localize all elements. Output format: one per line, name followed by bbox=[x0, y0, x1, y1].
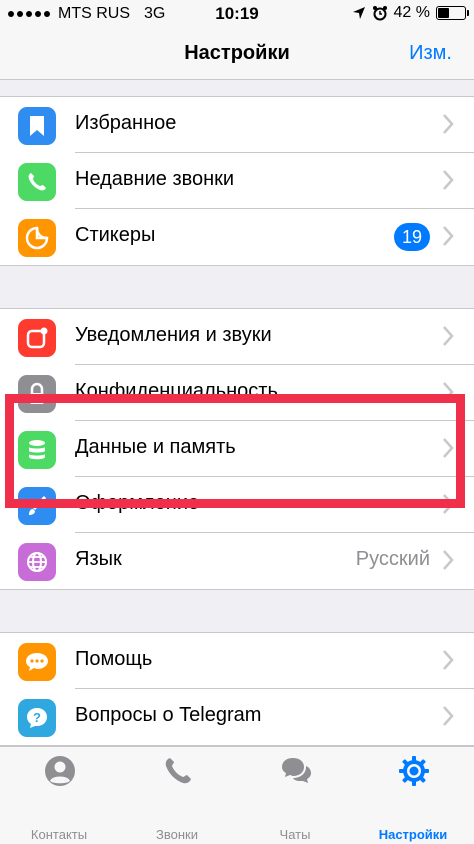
tab-label: Настройки bbox=[378, 827, 448, 842]
settings-item-privacy[interactable]: Конфиденциальность bbox=[0, 365, 474, 421]
settings-item-label: Вопросы о Telegram bbox=[75, 704, 262, 726]
tab-contacts[interactable]: Контакты bbox=[0, 747, 118, 844]
chevron-right-icon bbox=[443, 114, 454, 134]
settings-item-favorites[interactable]: Избранное bbox=[0, 97, 474, 153]
stickers-count-badge: 19 bbox=[393, 223, 430, 251]
chevron-right-icon bbox=[443, 170, 454, 190]
chevron-right-icon bbox=[443, 382, 454, 402]
tab-label: Звонки bbox=[156, 827, 198, 842]
settings-item-label: Оформление bbox=[75, 492, 200, 514]
navigation-bar: Настройки Изм. bbox=[0, 28, 474, 80]
status-right: 42 % bbox=[352, 4, 469, 22]
battery-fill bbox=[438, 8, 449, 18]
gear-icon bbox=[399, 756, 429, 786]
settings-item-help[interactable]: Помощь bbox=[0, 633, 474, 689]
chevron-right-icon bbox=[443, 326, 454, 346]
tab-chats[interactable]: Чаты bbox=[236, 747, 354, 844]
settings-item-label: Помощь bbox=[75, 648, 153, 670]
question-icon: ? bbox=[18, 699, 56, 737]
phone-icon bbox=[18, 163, 56, 201]
settings-item-label: Конфиденциальность bbox=[75, 380, 278, 402]
settings-item-notifications[interactable]: Уведомления и звуки bbox=[0, 309, 474, 365]
edit-button[interactable]: Изм. bbox=[409, 42, 452, 65]
battery-percent: 42 % bbox=[393, 4, 430, 21]
svg-text:?: ? bbox=[33, 710, 41, 725]
settings-item-appearance[interactable]: Оформление bbox=[0, 477, 474, 533]
settings-item-language[interactable]: Язык Русский bbox=[0, 533, 474, 589]
page-title: Настройки bbox=[184, 42, 290, 64]
database-icon bbox=[18, 431, 56, 469]
chevron-right-icon bbox=[443, 494, 454, 514]
settings-item-recent-calls[interactable]: Недавние звонки bbox=[0, 153, 474, 209]
chevron-right-icon bbox=[443, 650, 454, 670]
chevron-right-icon bbox=[443, 706, 454, 726]
settings-item-label: Язык bbox=[75, 548, 122, 570]
lock-icon bbox=[18, 375, 56, 413]
chevron-right-icon bbox=[443, 438, 454, 458]
language-value: Русский bbox=[355, 548, 430, 570]
settings-group-3: Помощь ? Вопросы о Telegram bbox=[0, 632, 474, 746]
alarm-clock-icon bbox=[372, 6, 387, 21]
chats-icon bbox=[282, 758, 311, 783]
notification-icon bbox=[18, 319, 56, 357]
chevron-right-icon bbox=[443, 226, 454, 246]
bookmark-icon bbox=[18, 107, 56, 145]
tab-settings[interactable]: Настройки bbox=[354, 747, 472, 844]
settings-item-label: Уведомления и звуки bbox=[75, 324, 272, 346]
status-bar: MTS RUS 3G 10:19 42 % bbox=[0, 0, 474, 28]
tab-calls[interactable]: Звонки bbox=[118, 747, 236, 844]
chevron-right-icon bbox=[443, 550, 454, 570]
settings-item-label: Избранное bbox=[75, 112, 177, 134]
settings-item-label: Стикеры bbox=[75, 224, 156, 246]
settings-item-stickers[interactable]: Стикеры 19 bbox=[0, 209, 474, 265]
settings-item-label: Данные и память bbox=[75, 436, 236, 458]
globe-icon bbox=[18, 543, 56, 581]
settings-item-label: Недавние звонки bbox=[75, 168, 235, 190]
tab-bar: Контакты Звонки Чаты Настройки bbox=[0, 746, 474, 844]
settings-group-1: Избранное Недавние звонки Стикеры 19 bbox=[0, 96, 474, 266]
person-icon bbox=[45, 756, 75, 786]
chat-bubble-icon bbox=[18, 643, 56, 681]
settings-group-2: Уведомления и звуки Конфиденциальность Д… bbox=[0, 308, 474, 590]
settings-item-telegram-faq[interactable]: ? Вопросы о Telegram bbox=[0, 689, 474, 745]
location-arrow-icon bbox=[352, 7, 365, 19]
battery-icon bbox=[436, 6, 469, 20]
brush-icon bbox=[18, 487, 56, 525]
settings-item-data-storage[interactable]: Данные и память bbox=[0, 421, 474, 477]
tab-label: Чаты bbox=[279, 827, 311, 842]
phone-icon bbox=[165, 758, 191, 784]
sticker-icon bbox=[18, 219, 56, 257]
tab-label: Контакты bbox=[30, 827, 88, 842]
